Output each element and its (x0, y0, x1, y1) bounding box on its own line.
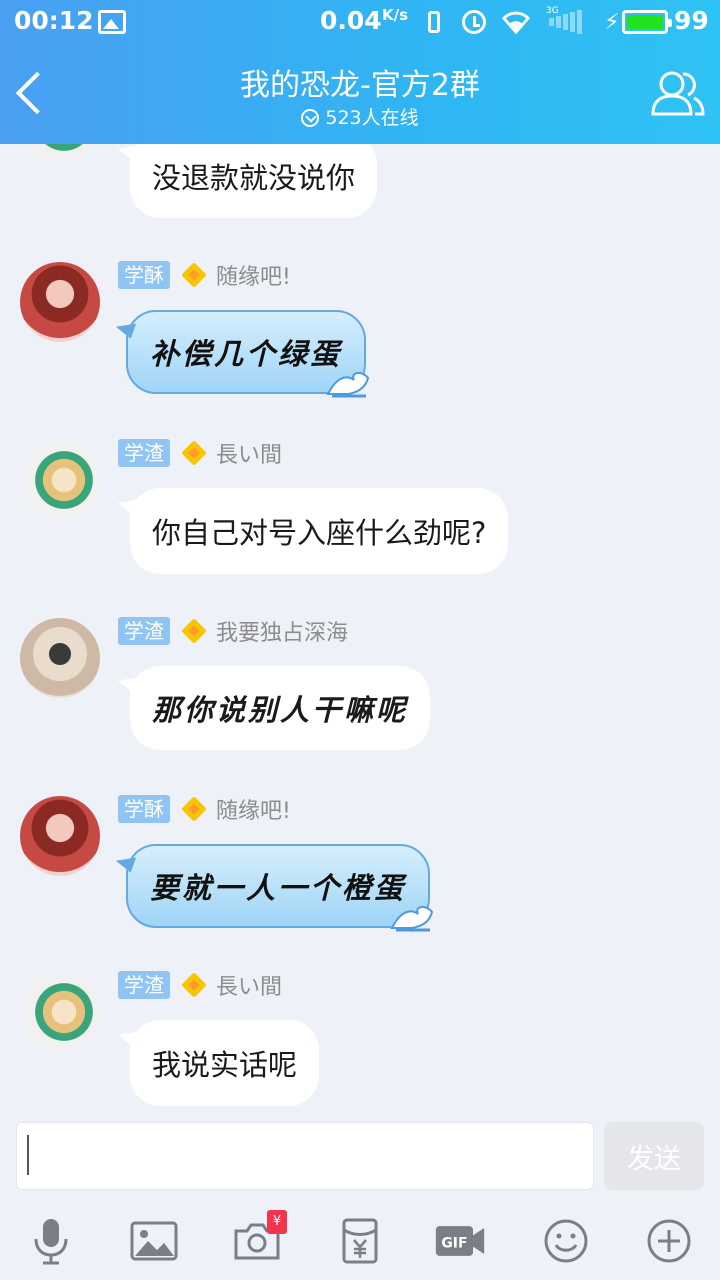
emoji-button[interactable] (540, 1216, 592, 1266)
avatar[interactable] (20, 144, 100, 162)
red-packet-icon (342, 1218, 378, 1264)
message-text: 你自己对号入座什么劲呢? (152, 516, 487, 550)
chat-title[interactable]: 我的恐龙-官方2群 (0, 60, 720, 104)
status-bar: 00:12 0.04 K/s 3G ⚡ 99 (0, 0, 720, 44)
network-speed: 0.04 (320, 6, 382, 35)
gallery-notification-icon (98, 10, 126, 34)
message-bubble[interactable]: 要就一人一个橙蛋 (126, 844, 434, 932)
chevron-down-circle-icon (301, 109, 320, 127)
avatar[interactable] (20, 618, 100, 698)
message-text: 我说实话呢 (152, 1048, 298, 1082)
input-bar: 发送 (0, 1110, 720, 1200)
diamond-rank-icon (180, 971, 208, 999)
sender-nickname[interactable]: 我要独占深海 (216, 615, 348, 647)
more-button[interactable] (643, 1216, 695, 1266)
wifi-icon (502, 8, 530, 36)
gif-button[interactable]: GIF (434, 1216, 486, 1266)
battery-percent: 99 (674, 6, 709, 35)
image-icon (130, 1221, 178, 1261)
sender-meta: 学渣 長い間 (118, 970, 282, 1000)
svg-text:GIF: GIF (441, 1236, 467, 1252)
network-speed-unit: K/s (382, 6, 409, 24)
message-text: 补偿几个绿蛋 (150, 337, 343, 371)
wave-decoration-icon (326, 372, 370, 398)
title-tag: 学渣 (118, 971, 170, 999)
gif-icon: GIF (435, 1226, 485, 1256)
sender-nickname[interactable]: 長い間 (216, 969, 282, 1001)
avatar[interactable] (20, 972, 100, 1052)
online-count-text: 523人在线 (325, 107, 419, 129)
diamond-rank-icon (180, 261, 208, 289)
message-bubble[interactable]: 补偿几个绿蛋 (126, 310, 370, 398)
avatar[interactable] (20, 440, 100, 520)
sender-meta: 学渣 長い間 (118, 438, 282, 468)
message-bubble[interactable]: 没退款就没说你 (130, 144, 378, 218)
send-button[interactable]: 发送 (604, 1122, 704, 1190)
network-type: 3G (546, 6, 559, 16)
message-text: 没退款就没说你 (152, 161, 356, 195)
image-button[interactable] (128, 1216, 180, 1266)
sender-meta: 学酥 随缘吧! (118, 260, 291, 290)
emoji-icon (544, 1219, 588, 1263)
message-bubble[interactable]: 你自己对号入座什么劲呢? (130, 488, 509, 574)
top-bar: 00:12 0.04 K/s 3G ⚡ 99 我的恐龙-官方2群 523人在线 (0, 0, 720, 144)
wave-decoration-icon (390, 906, 434, 932)
red-packet-button[interactable] (334, 1216, 386, 1266)
alarm-icon (460, 8, 488, 36)
text-caret (27, 1135, 29, 1175)
input-toolbar: ¥ GIF (0, 1200, 720, 1280)
message-text: 那你说别人干嘛呢 (152, 693, 409, 727)
camera-button[interactable]: ¥ (231, 1210, 287, 1266)
diamond-rank-icon (180, 439, 208, 467)
sender-nickname[interactable]: 長い間 (216, 437, 282, 469)
status-time: 00:12 (14, 6, 94, 35)
group-members-icon (651, 71, 705, 116)
microphone-icon (34, 1219, 68, 1265)
sender-meta: 学酥 随缘吧! (118, 794, 291, 824)
sender-nickname[interactable]: 随缘吧! (216, 259, 291, 291)
message-bubble[interactable]: 那你说别人干嘛呢 (130, 666, 431, 750)
message-input[interactable] (16, 1122, 594, 1190)
red-envelope-badge: ¥ (267, 1210, 287, 1234)
title-tag: 学酥 (118, 795, 170, 823)
diamond-rank-icon (180, 617, 208, 645)
battery-icon (622, 10, 672, 34)
chat-message-list[interactable]: 没退款就没说你 学酥 随缘吧! 补偿几个绿蛋 学渣 長い間 你自己对号入座什么劲… (0, 144, 720, 1110)
avatar[interactable] (20, 262, 100, 342)
diamond-rank-icon (180, 795, 208, 823)
title-tag: 学酥 (118, 261, 170, 289)
voice-button[interactable] (25, 1216, 77, 1266)
signal-icon: 3G (546, 6, 586, 36)
group-members-button[interactable] (650, 68, 706, 120)
avatar[interactable] (20, 796, 100, 876)
sender-nickname[interactable]: 随缘吧! (216, 793, 291, 825)
vibrate-icon (420, 8, 448, 36)
online-count[interactable]: 523人在线 (0, 103, 720, 130)
plus-icon (647, 1219, 691, 1263)
title-tag: 学渣 (118, 617, 170, 645)
message-bubble[interactable]: 我说实话呢 (130, 1020, 320, 1106)
message-text: 要就一人一个橙蛋 (150, 871, 407, 905)
title-tag: 学渣 (118, 439, 170, 467)
sender-meta: 学渣 我要独占深海 (118, 616, 348, 646)
